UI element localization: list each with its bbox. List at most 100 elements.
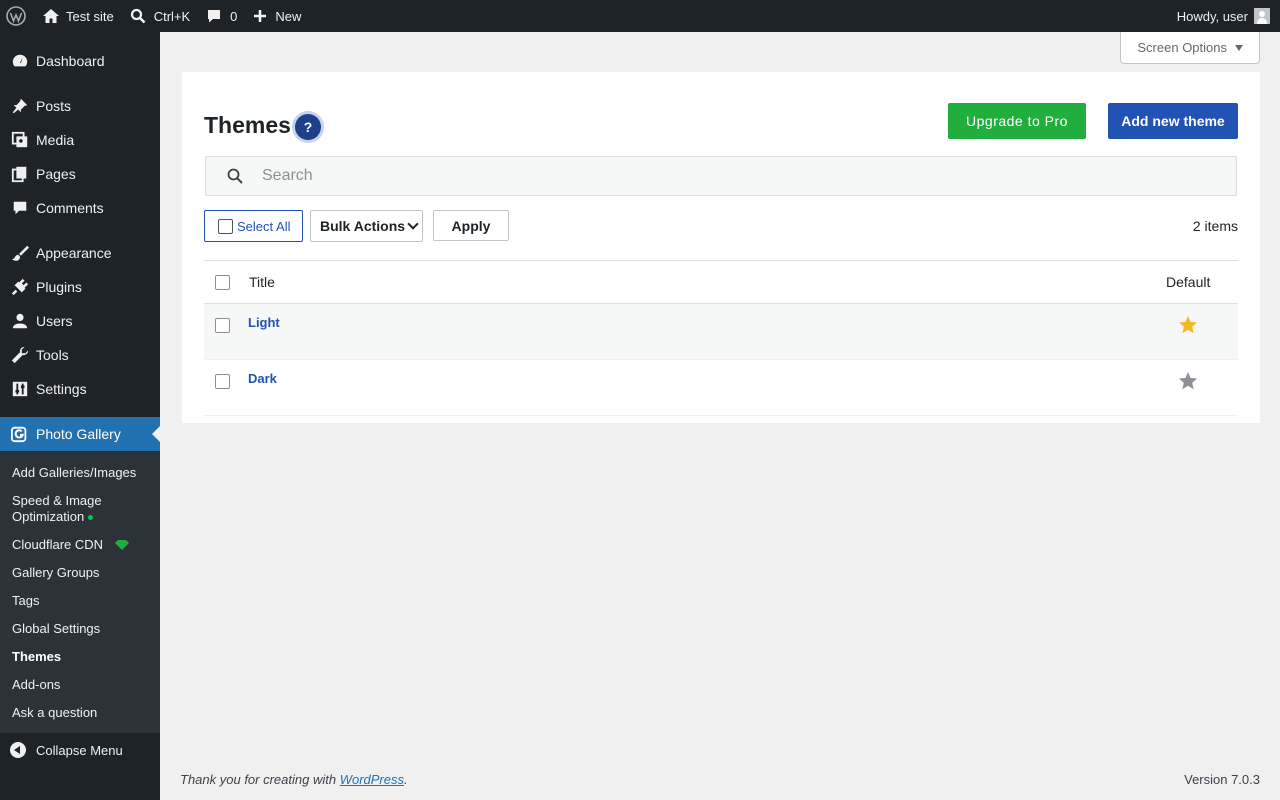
themes-table: Title Default Light Dark xyxy=(204,260,1238,416)
star-icon[interactable] xyxy=(1178,371,1198,391)
account-menu[interactable]: Howdy, user xyxy=(1177,8,1280,24)
wordpress-logo-icon[interactable] xyxy=(0,0,34,32)
submenu-item-global-settings[interactable]: Global Settings xyxy=(0,615,160,643)
sidebar-item-comments[interactable]: Comments xyxy=(0,191,160,225)
user-icon xyxy=(10,311,30,331)
sidebar-item-users[interactable]: Users xyxy=(0,304,160,338)
sidebar-item-settings[interactable]: Settings xyxy=(0,372,160,406)
sidebar-item-label: Plugins xyxy=(36,279,82,295)
collapse-menu-label: Collapse Menu xyxy=(36,742,123,758)
new-content-link[interactable]: New xyxy=(245,0,309,32)
search-icon xyxy=(227,168,243,184)
home-icon xyxy=(43,9,59,23)
submenu-item-gallery-groups[interactable]: Gallery Groups xyxy=(0,559,160,587)
bulk-actions-select[interactable]: Bulk Actions xyxy=(310,210,423,242)
bulk-actions-label: Bulk Actions xyxy=(320,218,406,234)
avatar xyxy=(1254,8,1270,24)
submenu-item-speed-optimization[interactable]: Speed & Image Optimization xyxy=(0,487,160,531)
sidebar-item-label: Users xyxy=(36,313,73,329)
table-row: Light xyxy=(204,304,1238,360)
themes-panel: Themes ? Upgrade to Pro Add new theme Se… xyxy=(182,72,1260,423)
apply-button[interactable]: Apply xyxy=(433,210,509,241)
theme-title-link[interactable]: Dark xyxy=(248,371,1166,386)
sidebar-item-pages[interactable]: Pages xyxy=(0,157,160,191)
upgrade-to-pro-button[interactable]: Upgrade to Pro xyxy=(948,103,1086,139)
star-icon[interactable] xyxy=(1178,315,1198,335)
media-icon xyxy=(10,130,30,150)
footer-thanks-text: Thank you for creating with xyxy=(180,772,340,787)
comment-icon xyxy=(10,198,30,218)
sidebar-item-label: Photo Gallery xyxy=(36,426,121,442)
submenu-item-cloudflare-cdn[interactable]: Cloudflare CDN xyxy=(0,531,160,559)
default-cell xyxy=(1166,371,1238,394)
command-palette-link[interactable]: Ctrl+K xyxy=(122,0,198,32)
footer-version: Version 7.0.3 xyxy=(1184,772,1260,787)
sidebar-item-plugins[interactable]: Plugins xyxy=(0,270,160,304)
submenu-item-label: Cloudflare CDN xyxy=(12,537,104,552)
admin-sidebar: Dashboard Posts Media Pages Comments App… xyxy=(0,32,160,800)
site-name-label: Test site xyxy=(66,8,114,24)
sidebar-item-media[interactable]: Media xyxy=(0,123,160,157)
select-all-label: Select All xyxy=(237,218,291,234)
table-header: Title Default xyxy=(204,260,1238,304)
submenu-item-add-ons[interactable]: Add-ons xyxy=(0,671,160,699)
wrench-icon xyxy=(10,345,30,365)
pages-icon xyxy=(10,164,30,184)
plus-icon xyxy=(254,10,267,22)
diamond-icon xyxy=(115,540,130,550)
page-title: Themes xyxy=(204,112,291,138)
wordpress-link[interactable]: WordPress xyxy=(340,772,404,787)
add-new-theme-button[interactable]: Add new theme xyxy=(1108,103,1238,139)
search-box xyxy=(205,156,1237,196)
column-header-title[interactable]: Title xyxy=(249,274,1166,290)
sidebar-item-dashboard[interactable]: Dashboard xyxy=(0,44,160,78)
site-name-link[interactable]: Test site xyxy=(34,0,122,32)
screen-options-label: Screen Options xyxy=(1137,40,1227,55)
sidebar-item-posts[interactable]: Posts xyxy=(0,89,160,123)
footer-thanks: Thank you for creating with WordPress. xyxy=(180,772,408,787)
comments-link[interactable]: 0 xyxy=(198,0,245,32)
pin-icon xyxy=(10,96,30,116)
collapse-menu-button[interactable]: Collapse Menu xyxy=(0,733,160,767)
submenu-item-themes[interactable]: Themes xyxy=(0,643,160,671)
collapse-arrow-icon xyxy=(10,742,26,758)
dashboard-icon xyxy=(10,51,30,71)
submenu-item-add-galleries[interactable]: Add Galleries/Images xyxy=(0,459,160,487)
help-button[interactable]: ? xyxy=(295,114,321,140)
table-row: Dark xyxy=(204,360,1238,416)
submenu-item-tags[interactable]: Tags xyxy=(0,587,160,615)
sidebar-item-appearance[interactable]: Appearance xyxy=(0,236,160,270)
select-all-button[interactable]: Select All xyxy=(204,210,303,242)
theme-title-link[interactable]: Light xyxy=(248,315,1166,330)
sidebar-item-label: Dashboard xyxy=(36,53,105,69)
search-icon xyxy=(130,8,146,24)
sidebar-item-label: Settings xyxy=(36,381,87,397)
default-cell xyxy=(1166,315,1238,338)
sidebar-item-label: Appearance xyxy=(36,245,112,261)
sidebar-item-label: Comments xyxy=(36,200,104,216)
shortcut-label: Ctrl+K xyxy=(153,8,191,24)
caret-down-icon xyxy=(1235,44,1243,51)
screen-options-button[interactable]: Screen Options xyxy=(1120,32,1260,64)
new-label: New xyxy=(275,8,302,24)
sidebar-item-photo-gallery[interactable]: Photo Gallery xyxy=(0,417,160,451)
gallery-icon xyxy=(10,424,30,444)
sidebar-item-tools[interactable]: Tools xyxy=(0,338,160,372)
submenu-item-ask-question[interactable]: Ask a question xyxy=(0,699,160,727)
howdy-label: Howdy, user xyxy=(1176,8,1248,24)
sidebar-item-label: Media xyxy=(36,132,75,148)
plug-icon xyxy=(10,277,30,297)
row-checkbox[interactable] xyxy=(215,318,230,333)
search-input[interactable] xyxy=(262,167,1162,185)
select-all-rows-checkbox[interactable] xyxy=(215,274,230,290)
photo-gallery-submenu: Add Galleries/Images Speed & Image Optim… xyxy=(0,451,160,733)
sidebar-item-label: Posts xyxy=(36,98,72,114)
sidebar-item-label: Pages xyxy=(36,166,76,182)
footer-period: . xyxy=(404,772,408,787)
comment-icon xyxy=(208,10,221,23)
select-all-checkbox[interactable] xyxy=(218,218,233,234)
row-checkbox[interactable] xyxy=(215,374,230,389)
chevron-down-icon xyxy=(407,218,419,230)
items-count: 2 items xyxy=(1192,218,1238,234)
column-header-default: Default xyxy=(1166,274,1211,290)
